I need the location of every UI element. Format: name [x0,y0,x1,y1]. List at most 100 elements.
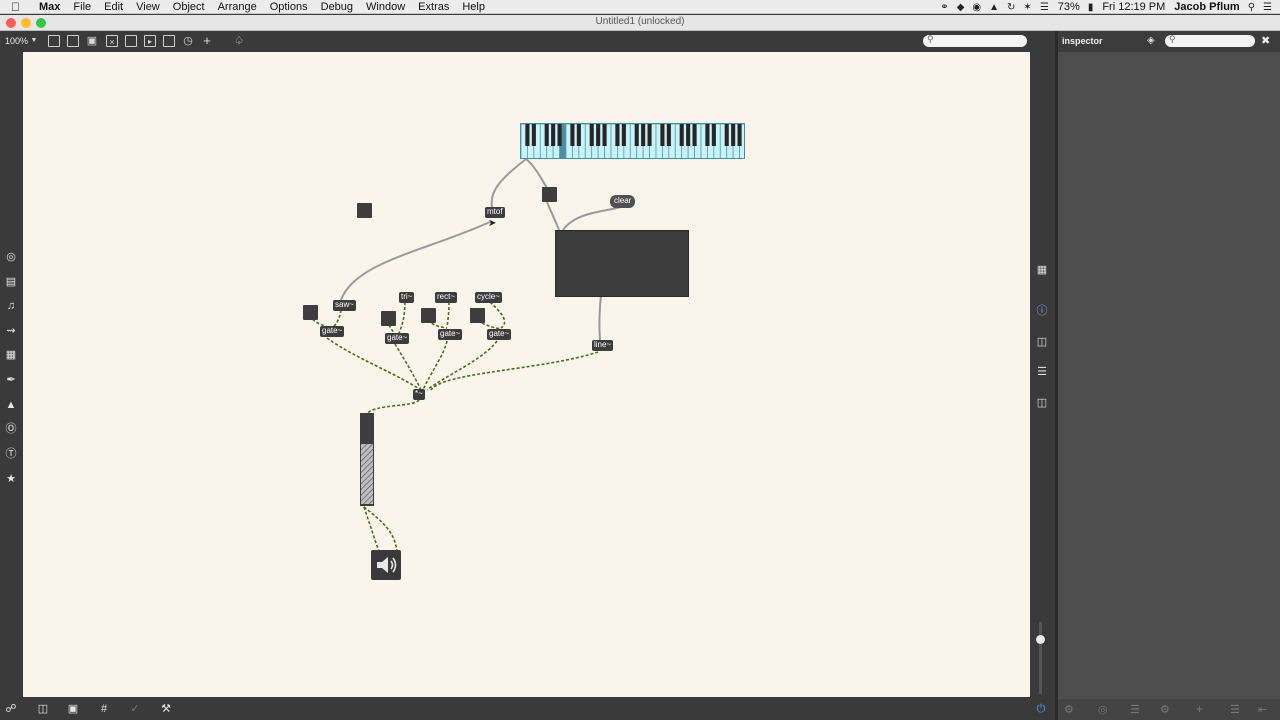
presentation-icon[interactable]: ◫ [36,702,50,716]
creative-cloud-icon[interactable]: ⚭ [940,2,948,13]
kslider-keyboard[interactable] [520,123,745,159]
audio-icon[interactable]: ♫ [4,299,18,313]
volume-slider-track[interactable] [1039,622,1042,694]
time-machine-icon[interactable]: ↻ [1007,2,1015,13]
object-tri[interactable]: tri~ [399,292,415,303]
toggle-rect[interactable] [421,308,436,323]
black-key[interactable] [731,124,736,146]
notification-center-icon[interactable]: ☰ [1263,2,1272,13]
black-key[interactable] [666,124,671,146]
slider-icon[interactable] [163,35,175,47]
search-input[interactable]: ⚲ [923,34,1027,47]
media-icon[interactable]: ▤ [4,275,18,289]
battery-icon[interactable]: ▮ [1088,2,1094,13]
info-icon[interactable]: ⓘ [1035,304,1049,318]
add-object-icon[interactable]: + [201,34,213,47]
black-key[interactable] [724,124,729,146]
black-key[interactable] [686,124,691,146]
zoom-dropdown-icon[interactable]: ▼ [28,35,40,47]
black-key[interactable] [525,124,530,146]
menu-icon[interactable]: ☰ [1230,703,1240,716]
bluetooth-icon[interactable]: ✶ [1023,2,1031,13]
object-gate-rect[interactable]: gate~ [438,329,463,340]
object-gate-saw[interactable]: gate~ [320,326,345,337]
spotlight-icon[interactable]: ⚲ [1248,2,1255,13]
file-browser-icon[interactable]: ◎ [4,250,18,264]
dial-icon[interactable]: ◷ [182,35,194,47]
p-icon[interactable]: Ⓞ [4,422,18,436]
clear-search-icon[interactable]: ✖ [1261,34,1270,47]
reference-icon[interactable]: ◫ [1035,335,1049,349]
object-cycle[interactable]: cycle~ [475,292,502,303]
menu-extras[interactable]: Extras [418,1,449,13]
black-key[interactable] [647,124,652,146]
snap-icon[interactable]: ✓ [128,702,142,716]
airplay-icon[interactable]: ▲ [989,2,999,13]
black-key[interactable] [634,124,639,146]
black-key[interactable] [557,124,562,146]
object-rect[interactable]: rect~ [435,292,458,303]
toggle-tri[interactable] [381,311,396,326]
toggle-cycle[interactable] [470,308,485,323]
ezdac-speaker-button[interactable] [371,550,401,580]
menu-edit[interactable]: Edit [104,1,123,13]
zoom-menu[interactable]: 100% [5,36,28,46]
black-key[interactable] [589,124,594,146]
menu-options[interactable]: Options [270,1,308,13]
menu-window[interactable]: Window [366,1,405,13]
package-icon[interactable]: ▲ [4,398,18,412]
black-key[interactable] [570,124,575,146]
black-key[interactable] [679,124,684,146]
keyboard-keys[interactable] [521,124,745,159]
comment-bubble-icon[interactable]: ▣ [66,702,80,716]
settings-icon[interactable]: ⚙ [1064,703,1074,716]
black-key[interactable] [692,124,697,146]
black-key[interactable] [621,124,626,146]
black-key[interactable] [705,124,710,146]
menu-app[interactable]: Max [39,1,60,13]
menu-file[interactable]: File [73,1,91,13]
apple-icon[interactable]:  [11,0,25,14]
black-key[interactable] [660,124,665,146]
black-key[interactable] [596,124,601,146]
black-key[interactable] [531,124,536,146]
object-gate-tri[interactable]: gate~ [385,333,410,344]
inspector-search-input[interactable]: ⚲ [1165,34,1255,47]
paperclip-icon[interactable]: ✒ [4,373,18,387]
toggle-left[interactable] [357,203,372,218]
black-key[interactable] [551,124,556,146]
add-icon[interactable]: + [1196,702,1203,716]
book-icon[interactable]: ◫ [1035,396,1049,410]
black-key[interactable] [615,124,620,146]
menu-debug[interactable]: Debug [321,1,353,13]
object-line[interactable]: line~ [592,340,614,351]
midi-icon[interactable]: ⇝ [4,324,18,338]
wrench-icon[interactable]: ⚒ [159,702,173,716]
toggle-saw[interactable] [303,305,318,320]
black-key[interactable] [576,124,581,146]
paint-bucket-icon[interactable]: ♤ [233,35,245,47]
lock-icon[interactable]: ☍ [4,702,18,716]
grid-icon[interactable]: ▦ [1035,263,1049,277]
new-message-icon[interactable] [67,35,79,47]
function-editor[interactable] [555,230,689,297]
black-key[interactable] [544,124,549,146]
user-name[interactable]: Jacob Pflum [1174,1,1239,13]
patcher-canvas[interactable]: mtof ➤ clear saw~ tri~ rect~ cycle~ gate… [23,52,1030,697]
button-object-icon[interactable]: × [106,35,118,47]
circle-icon[interactable]: ◎ [1098,703,1108,716]
js-icon[interactable]: Ⓣ [4,447,18,461]
toggle-object-icon[interactable] [125,35,137,47]
list-icon[interactable]: ☰ [1035,365,1049,379]
menu-view[interactable]: View [136,1,160,13]
toggle-keyboard[interactable] [542,187,557,202]
object-gate-cycle[interactable]: gate~ [487,329,512,340]
diamond-icon[interactable]: ◈ [1147,35,1155,46]
gain-slider[interactable] [360,413,374,506]
black-key[interactable] [711,124,716,146]
favorites-icon[interactable]: ★ [4,472,18,486]
gear-icon[interactable]: ⚙ [1160,703,1170,716]
volume-slider-knob[interactable] [1036,635,1045,644]
black-key[interactable] [737,124,742,146]
clock[interactable]: Fri 12:19 PM [1102,1,1165,13]
